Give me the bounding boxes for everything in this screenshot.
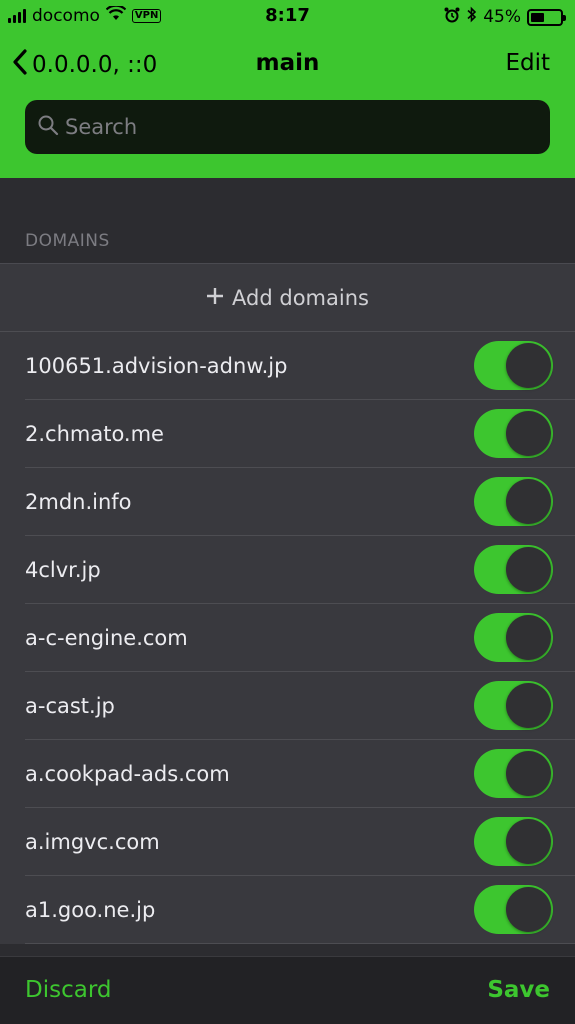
save-button[interactable]: Save bbox=[487, 977, 550, 1003]
toggle-knob bbox=[506, 751, 551, 796]
section-header: DOMAINS bbox=[25, 231, 110, 251]
list-item: a.cookpad-ads.com bbox=[25, 740, 575, 808]
domain-toggle[interactable] bbox=[474, 885, 553, 934]
bluetooth-icon bbox=[466, 6, 477, 28]
domain-list: Add domains 100651.advision-adnw.jp 2.chm… bbox=[0, 263, 575, 944]
add-domains-label: Add domains bbox=[232, 285, 369, 310]
battery-icon bbox=[527, 8, 566, 26]
domain-label: 100651.advision-adnw.jp bbox=[25, 353, 288, 378]
edit-button[interactable]: Edit bbox=[505, 50, 550, 76]
search-icon bbox=[37, 114, 59, 140]
search-input[interactable] bbox=[65, 115, 525, 139]
list-item: a-cast.jp bbox=[25, 672, 575, 740]
toggle-knob bbox=[506, 615, 551, 660]
domain-label: 2mdn.info bbox=[25, 489, 132, 514]
status-bar: docomo VPN 8:17 45% bbox=[0, 0, 575, 34]
list-item: a1.goo.ne.jp bbox=[25, 876, 575, 944]
domain-label: a-cast.jp bbox=[25, 693, 115, 718]
header: docomo VPN 8:17 45% 0.0.0.0,::0 main Ed… bbox=[0, 0, 575, 178]
domain-label: a1.goo.ne.jp bbox=[25, 897, 156, 922]
discard-button[interactable]: Discard bbox=[25, 977, 111, 1003]
page-title: main bbox=[255, 50, 320, 76]
domain-label: 2.chmato.me bbox=[25, 421, 164, 446]
list-item: 4clvr.jp bbox=[25, 536, 575, 604]
battery-percent: 45% bbox=[483, 7, 521, 27]
toggle-knob bbox=[506, 819, 551, 864]
domain-label: 4clvr.jp bbox=[25, 557, 101, 582]
toggle-knob bbox=[506, 887, 551, 932]
domain-rows: 100651.advision-adnw.jp 2.chmato.me 2mdn.i… bbox=[0, 332, 575, 944]
domain-toggle[interactable] bbox=[474, 341, 553, 390]
domain-toggle[interactable] bbox=[474, 749, 553, 798]
plus-icon bbox=[206, 286, 224, 310]
domain-toggle[interactable] bbox=[474, 477, 553, 526]
domain-toggle[interactable] bbox=[474, 613, 553, 662]
domain-label: a.cookpad-ads.com bbox=[25, 761, 230, 786]
toggle-knob bbox=[506, 343, 551, 388]
search-bar[interactable] bbox=[25, 100, 550, 154]
list-item: 100651.advision-adnw.jp bbox=[25, 332, 575, 400]
list-item: a-c-engine.com bbox=[25, 604, 575, 672]
list-item: a.imgvc.com bbox=[25, 808, 575, 876]
domain-label: a.imgvc.com bbox=[25, 829, 160, 854]
list-item: 2mdn.info bbox=[25, 468, 575, 536]
domain-toggle[interactable] bbox=[474, 409, 553, 458]
domain-toggle[interactable] bbox=[474, 545, 553, 594]
screen: docomo VPN 8:17 45% 0.0.0.0,::0 main Ed… bbox=[0, 0, 575, 1024]
status-right: 45% bbox=[444, 6, 566, 28]
toggle-knob bbox=[506, 479, 551, 524]
toggle-knob bbox=[506, 411, 551, 456]
domain-label: a-c-engine.com bbox=[25, 625, 188, 650]
battery-fill bbox=[531, 12, 544, 22]
domain-toggle[interactable] bbox=[474, 817, 553, 866]
alarm-icon bbox=[444, 7, 460, 28]
domain-toggle[interactable] bbox=[474, 681, 553, 730]
bottom-toolbar: Discard Save bbox=[0, 956, 575, 1024]
add-domains-button[interactable]: Add domains bbox=[0, 264, 575, 332]
nav-bar: 0.0.0.0, ::0 main Edit bbox=[0, 40, 575, 92]
list-item: 2.chmato.me bbox=[25, 400, 575, 468]
toggle-knob bbox=[506, 547, 551, 592]
toggle-knob bbox=[506, 683, 551, 728]
